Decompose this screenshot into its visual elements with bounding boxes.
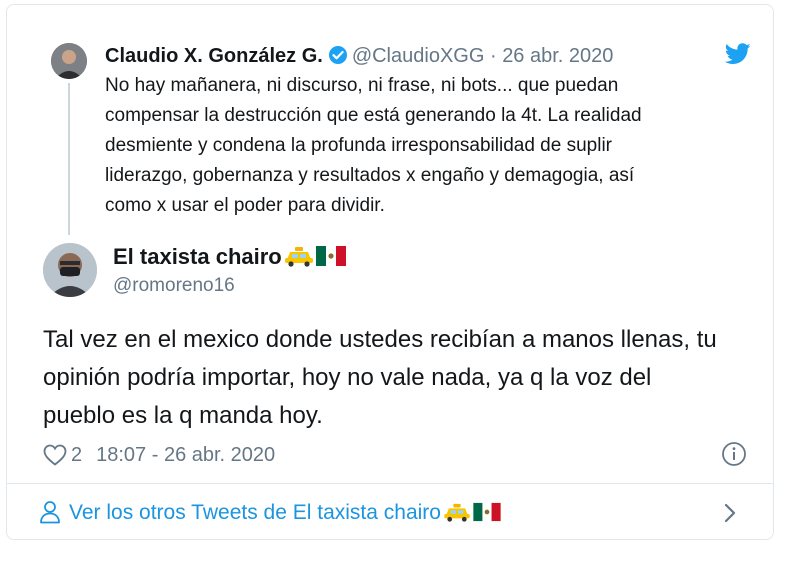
more-tweets-label: Ver los otros Tweets de El taxista chair… bbox=[69, 501, 441, 524]
info-icon[interactable] bbox=[721, 441, 747, 472]
parent-tweet-header: Claudio X. González G. @ClaudioXGG · 26 a… bbox=[105, 43, 613, 72]
parent-text-line: No hay mañanera, ni discurso, ni frase, … bbox=[105, 75, 619, 96]
user-icon bbox=[39, 500, 61, 529]
reply-text-line: pueblo es la q manda hoy. bbox=[43, 402, 323, 429]
embedded-tweet-card: Claudio X. González G. @ClaudioXGG · 26 a… bbox=[6, 4, 774, 540]
like-button[interactable]: 2 bbox=[43, 444, 82, 467]
reply-tweet-text: Tal vez en el mexico donde ustedes recib… bbox=[43, 321, 743, 435]
reply-author-name-row: El taxista chairo bbox=[113, 243, 346, 274]
parent-text-line: liderazgo, gobernanza y resultados x eng… bbox=[105, 165, 635, 186]
meta-separator: · bbox=[489, 45, 497, 67]
reply-text-line: opinión podría importar, hoy no vale nad… bbox=[43, 364, 652, 391]
taxi-emoji-icon bbox=[284, 245, 314, 274]
mexico-flag-emoji-icon bbox=[473, 502, 501, 529]
more-tweets-label-row: Ver los otros Tweets de El taxista chair… bbox=[69, 500, 501, 529]
reply-text-line: Tal vez en el mexico donde ustedes recib… bbox=[43, 326, 717, 353]
reply-timestamp[interactable]: 18:07 - 26 abr. 2020 bbox=[96, 444, 275, 467]
parent-text-line: como x usar el poder para dividir. bbox=[105, 195, 385, 216]
twitter-bird-icon[interactable] bbox=[724, 43, 751, 70]
parent-tweet-text: No hay mañanera, ni discurso, ni frase, … bbox=[105, 71, 745, 221]
like-count: 2 bbox=[71, 443, 83, 466]
heart-icon bbox=[43, 444, 67, 466]
reply-author-name[interactable]: El taxista chairo bbox=[113, 244, 282, 269]
parent-author-handle[interactable]: @ClaudioXGG bbox=[352, 45, 485, 67]
chevron-right-icon bbox=[723, 502, 737, 529]
verified-badge-icon bbox=[328, 45, 348, 72]
reply-author-handle[interactable]: @romoreno16 bbox=[113, 273, 235, 299]
parent-text-line: compensar la destrucción que está genera… bbox=[105, 105, 642, 126]
parent-tweet-date[interactable]: 26 abr. 2020 bbox=[502, 45, 613, 67]
mexico-flag-emoji-icon bbox=[315, 245, 346, 274]
taxi-emoji-icon bbox=[443, 502, 471, 529]
parent-text-line: desmiente y condena la profunda irrespon… bbox=[105, 135, 612, 156]
parent-author-name[interactable]: Claudio X. González G. bbox=[105, 45, 323, 67]
thread-line bbox=[68, 83, 70, 235]
more-tweets-link[interactable]: Ver los otros Tweets de El taxista chair… bbox=[7, 484, 773, 540]
reply-avatar[interactable] bbox=[43, 243, 97, 297]
tweet-footer: 2 18:07 - 26 abr. 2020 bbox=[43, 439, 275, 471]
parent-avatar[interactable] bbox=[51, 43, 87, 79]
